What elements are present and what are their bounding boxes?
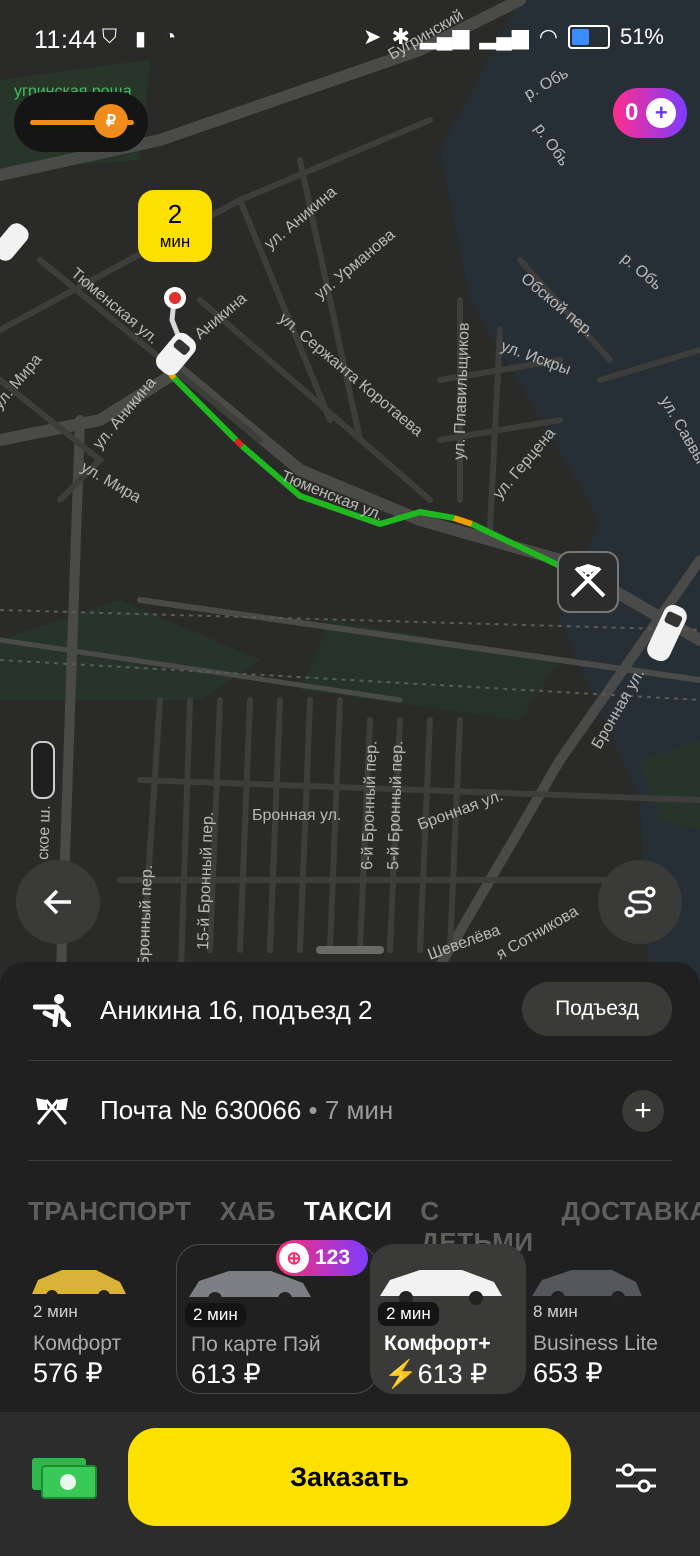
svg-text:Бронная ул.: Бронная ул. bbox=[252, 807, 341, 824]
fuel-ruble-icon[interactable]: ₽ bbox=[94, 104, 128, 138]
pickup-row[interactable]: Аникина 16, подъезд 2 Подъезд bbox=[28, 982, 672, 1036]
route-icon bbox=[624, 886, 656, 918]
bluetooth-icon: ✱ bbox=[391, 24, 410, 49]
pickup-address: Аникина 16, подъезд 2 bbox=[100, 994, 373, 1025]
surge-bolt-icon: ⚡ bbox=[384, 1359, 418, 1389]
plus-cashback-icon: ⊕ bbox=[279, 1243, 309, 1273]
status-time: 11:44 bbox=[34, 26, 98, 54]
tariff-name: Комфорт bbox=[33, 1332, 122, 1355]
tariff-name: Комфорт+ bbox=[384, 1332, 491, 1355]
clipboard-icon: ▮ bbox=[135, 28, 147, 50]
car-icon bbox=[0, 223, 29, 261]
svg-text:ул. Герцена: ул. Герцена bbox=[490, 425, 559, 503]
add-stop-button[interactable]: + bbox=[622, 1090, 664, 1132]
destination-time: • 7 мин bbox=[301, 1094, 394, 1125]
tariff-price-row: ⚡613 ₽ bbox=[384, 1358, 487, 1390]
promo-count: 123 bbox=[315, 1246, 351, 1269]
destination-name: Почта № 630066 bbox=[100, 1094, 302, 1125]
status-right: ➤ ✱ ▂▄▆ ▂▄▆ ◠ 51% bbox=[363, 24, 664, 50]
svg-text:ул. Мира: ул. Мира bbox=[78, 459, 144, 507]
wifi-icon: ◠ bbox=[538, 24, 558, 49]
battery-percent: 51% bbox=[619, 24, 664, 49]
svg-text:Тюменская ул.: Тюменская ул. bbox=[67, 265, 161, 348]
signal-icon: ▂▄▆ bbox=[419, 24, 470, 49]
destination-label: Почта № 630066 • 7 мин bbox=[100, 1095, 393, 1126]
plus-icon: + bbox=[646, 98, 677, 128]
order-button[interactable]: Заказать bbox=[128, 1428, 571, 1526]
tariff-card-comfort[interactable]: 2 мин Комфорт 576 ₽ bbox=[28, 1244, 168, 1394]
svg-text:ул. Плавильщиков: ул. Плавильщиков bbox=[451, 322, 473, 460]
svg-text:5-й Бронный пер.: 5-й Бронный пер. bbox=[385, 740, 407, 870]
filters-icon[interactable] bbox=[614, 1460, 658, 1496]
svg-text:6-й Бронный пер.: 6-й Бронный пер. bbox=[359, 740, 381, 870]
tariff-name: По карте Пэй bbox=[191, 1333, 321, 1356]
status-left-icons: ⛉ ▮ ◔ bbox=[102, 26, 176, 51]
bottom-bar: Заказать bbox=[0, 1412, 700, 1556]
tariff-card-business-lite[interactable]: 8 мин Business Lite 653 ₽ bbox=[532, 1244, 700, 1394]
status-bar: 11:44 ⛉ ▮ ◔ ➤ ✱ ▂▄▆ ▂▄▆ ◠ 51% bbox=[0, 0, 700, 80]
arrow-left-icon bbox=[43, 889, 71, 915]
fuel-slider-pill[interactable]: ₽ bbox=[14, 92, 148, 152]
tariff-price: 613 ₽ bbox=[417, 1359, 488, 1389]
svg-text:ул. Аникина: ул. Аникина bbox=[262, 183, 340, 253]
finish-flag-marker-icon bbox=[557, 551, 619, 613]
finish-flags-icon bbox=[28, 1086, 76, 1134]
car-icon bbox=[31, 741, 55, 799]
tariff-price: 653 ₽ bbox=[533, 1358, 603, 1388]
sheet-drag-handle[interactable] bbox=[316, 946, 384, 954]
car-image bbox=[532, 1270, 642, 1305]
clock-shield-icon: ◔ bbox=[164, 26, 177, 48]
tariff-eta: 2 мин bbox=[185, 1303, 246, 1327]
svg-text:ул. Сержанта Коротаева: ул. Сержанта Коротаева bbox=[275, 310, 425, 440]
car-image bbox=[380, 1270, 502, 1305]
location-arrow-icon: ➤ bbox=[363, 24, 382, 49]
svg-text:ское ш.: ское ш. bbox=[35, 805, 54, 860]
destination-row[interactable]: Почта № 630066 • 7 мин + bbox=[28, 1086, 672, 1134]
plus-points-count: 0 bbox=[625, 99, 639, 126]
shield-bolt-icon: ⛉ bbox=[102, 26, 117, 48]
divider bbox=[28, 1160, 672, 1161]
tariff-price: 613 ₽ bbox=[191, 1359, 261, 1389]
tariff-eta: 8 мин bbox=[533, 1302, 578, 1321]
svg-text:ул. Мира: ул. Мира bbox=[0, 351, 46, 413]
plus-points-pill[interactable]: 0 + bbox=[613, 88, 687, 138]
plus-icon: + bbox=[634, 1094, 652, 1127]
divider bbox=[28, 1060, 672, 1061]
tariff-eta: 2 мин bbox=[33, 1302, 78, 1321]
tariff-card-comfort-plus[interactable]: 2 мин Комфорт+ ⚡613 ₽ bbox=[370, 1244, 526, 1394]
eta-unit: мин bbox=[159, 232, 191, 251]
svg-text:я Сотникова: я Сотникова bbox=[494, 903, 582, 964]
back-button[interactable] bbox=[16, 860, 100, 944]
car-image bbox=[32, 1270, 126, 1302]
eta-value: 2 bbox=[167, 199, 183, 229]
eta-bubble: 2 мин bbox=[138, 190, 212, 262]
promo-badge: ⊕ 123 bbox=[276, 1240, 368, 1276]
tariff-eta: 2 мин bbox=[378, 1302, 439, 1326]
route-button[interactable] bbox=[598, 860, 682, 944]
walking-person-icon bbox=[28, 986, 76, 1034]
signal-icon: ▂▄▆ bbox=[479, 24, 529, 49]
tariff-name: Business Lite bbox=[533, 1332, 658, 1355]
battery-icon bbox=[567, 25, 610, 49]
cash-payment-icon[interactable] bbox=[30, 1456, 98, 1500]
tariff-price: 576 ₽ bbox=[33, 1358, 103, 1388]
entrance-button[interactable]: Подъезд bbox=[522, 982, 672, 1036]
